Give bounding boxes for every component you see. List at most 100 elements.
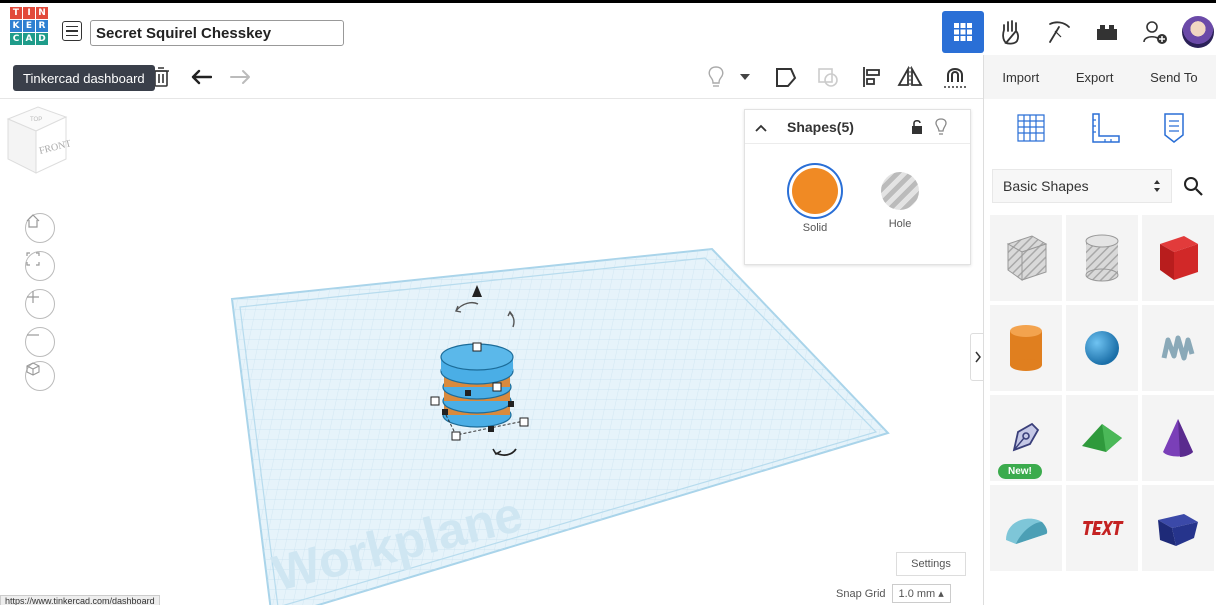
- shape-cylinder[interactable]: [990, 305, 1062, 391]
- circuits-view-button[interactable]: [990, 11, 1032, 53]
- workplane-grid-icon: [1017, 113, 1045, 142]
- view-cube[interactable]: TOP FRONT: [0, 99, 70, 179]
- perspective-button[interactable]: [25, 361, 55, 391]
- box-hole-shape-icon: [1006, 235, 1048, 281]
- sidebar-tool-tabs: [984, 99, 1216, 159]
- file-actions: Import Export Send To: [983, 55, 1216, 99]
- group-button[interactable]: [772, 63, 800, 91]
- green-roof-shape-icon: [1082, 424, 1122, 452]
- grid-icon: [954, 23, 972, 41]
- shape-text[interactable]: [1066, 485, 1138, 571]
- shape-scribble[interactable]: [1142, 305, 1214, 391]
- shape-box-hole[interactable]: [990, 215, 1062, 301]
- fit-view-button[interactable]: [25, 251, 55, 281]
- shape-inspector-title: Shapes(5): [787, 118, 854, 135]
- shape-cone[interactable]: [1142, 395, 1214, 481]
- notes-tool-button[interactable]: [1161, 111, 1187, 148]
- ruler-tool-button[interactable]: [1087, 111, 1123, 148]
- redo-arrow-icon: [230, 70, 250, 84]
- visibility-bulb-icon[interactable]: [935, 118, 947, 139]
- search-icon: [1184, 177, 1203, 196]
- design-menu-button[interactable]: [62, 21, 82, 41]
- light-toggle-button[interactable]: [705, 63, 727, 91]
- shape-category-select[interactable]: Basic Shapes: [992, 169, 1172, 203]
- shape-box[interactable]: [1142, 215, 1214, 301]
- view-switcher: [942, 9, 1216, 55]
- shape-sphere[interactable]: [1066, 305, 1138, 391]
- shape-library-grid: New!: [990, 215, 1214, 571]
- snap-grid-value: 1.0 mm: [898, 588, 936, 600]
- light-dropdown-button[interactable]: [738, 63, 752, 91]
- solid-label: Solid: [802, 222, 828, 234]
- lightbulb-icon: [708, 66, 724, 87]
- view-cube-top-label: TOP: [30, 117, 42, 123]
- align-button[interactable]: [860, 63, 884, 91]
- add-user-icon: [1143, 21, 1167, 44]
- edit-toolbar: Tinkercad dashboard: [0, 55, 983, 99]
- mirror-button[interactable]: [896, 63, 924, 91]
- align-icon: [863, 67, 880, 87]
- settings-button[interactable]: Settings: [896, 552, 966, 576]
- collapse-chevron-icon[interactable]: [755, 119, 775, 135]
- ungroup-button[interactable]: [814, 63, 842, 91]
- shape-sketch-new[interactable]: New!: [990, 395, 1062, 481]
- red-box-shape-icon: [1160, 236, 1198, 280]
- project-title-input[interactable]: [90, 20, 344, 46]
- minus-icon: [27, 334, 39, 336]
- undo-arrow-icon: [191, 69, 212, 85]
- top-bar: TIN KER CAD: [0, 3, 1216, 61]
- shape-search-button[interactable]: [1176, 169, 1210, 203]
- teal-round-roof-shape-icon: [1006, 518, 1048, 544]
- shape-roof[interactable]: [1066, 395, 1138, 481]
- snap-grid-select[interactable]: 1.0 mm ▴: [891, 584, 951, 603]
- group-icon: [776, 68, 797, 87]
- shapes-sidebar: Basic Shapes New!: [983, 99, 1216, 605]
- home-view-button[interactable]: [25, 213, 55, 243]
- undo-button[interactable]: [188, 63, 214, 91]
- trash-icon: [153, 67, 169, 87]
- navy-wedge-shape-icon: [1158, 514, 1198, 546]
- shape-round-roof[interactable]: [990, 485, 1062, 571]
- blue-sphere-shape-icon: [1085, 331, 1119, 365]
- perspective-cube-icon: [26, 362, 40, 376]
- hole-option[interactable]: Hole: [870, 168, 930, 230]
- red-text-shape-icon: [1083, 521, 1124, 535]
- 3d-design-view-button[interactable]: [942, 11, 984, 53]
- solid-color-swatch[interactable]: [792, 168, 838, 214]
- snap-grid-label: Snap Grid: [836, 587, 886, 600]
- ungroup-icon: [818, 68, 838, 87]
- orange-cylinder-shape-icon: [1010, 325, 1042, 371]
- purple-cone-shape-icon: [1163, 419, 1193, 457]
- lock-icon[interactable]: [911, 119, 923, 138]
- shape-inspector-header: Shapes(5): [745, 110, 970, 144]
- cruise-button[interactable]: [940, 63, 970, 91]
- status-bar-url: https://www.tinkercad.com/dashboard: [0, 595, 160, 605]
- import-button[interactable]: Import: [996, 64, 1045, 91]
- tinkercad-logo[interactable]: TIN KER CAD: [10, 7, 48, 51]
- zoom-in-button[interactable]: [25, 289, 55, 319]
- hole-swatch[interactable]: [881, 172, 919, 210]
- redo-button[interactable]: [228, 63, 254, 91]
- mirror-icon: [897, 66, 923, 87]
- hole-label: Hole: [888, 218, 912, 230]
- lego-bricks-view-button[interactable]: [1086, 11, 1128, 53]
- minecraft-view-button[interactable]: [1038, 11, 1080, 53]
- note-icon: [1164, 112, 1184, 143]
- caret-down-icon: [740, 74, 750, 80]
- hand-icon: [1002, 20, 1019, 45]
- zoom-out-button[interactable]: [25, 327, 55, 357]
- solid-option[interactable]: Solid: [785, 168, 845, 234]
- shape-category-value: Basic Shapes: [1003, 178, 1089, 194]
- ruler-icon: [1092, 112, 1120, 143]
- export-button[interactable]: Export: [1070, 64, 1120, 91]
- invite-user-button[interactable]: [1134, 11, 1176, 53]
- scribble-shape-icon: [1161, 335, 1195, 361]
- shape-wedge[interactable]: [1142, 485, 1214, 571]
- workplane-tool-button[interactable]: [1013, 112, 1049, 147]
- snap-grid-control: Snap Grid 1.0 mm ▴: [836, 584, 951, 603]
- send-to-button[interactable]: Send To: [1144, 64, 1203, 91]
- tinkercad-editor: TIN KER CAD Secret Squirel Chesskey Tink…: [0, 0, 1216, 605]
- cylinder-hole-shape-icon: [1085, 234, 1119, 282]
- shape-cylinder-hole[interactable]: [1066, 215, 1138, 301]
- user-avatar[interactable]: [1182, 16, 1214, 48]
